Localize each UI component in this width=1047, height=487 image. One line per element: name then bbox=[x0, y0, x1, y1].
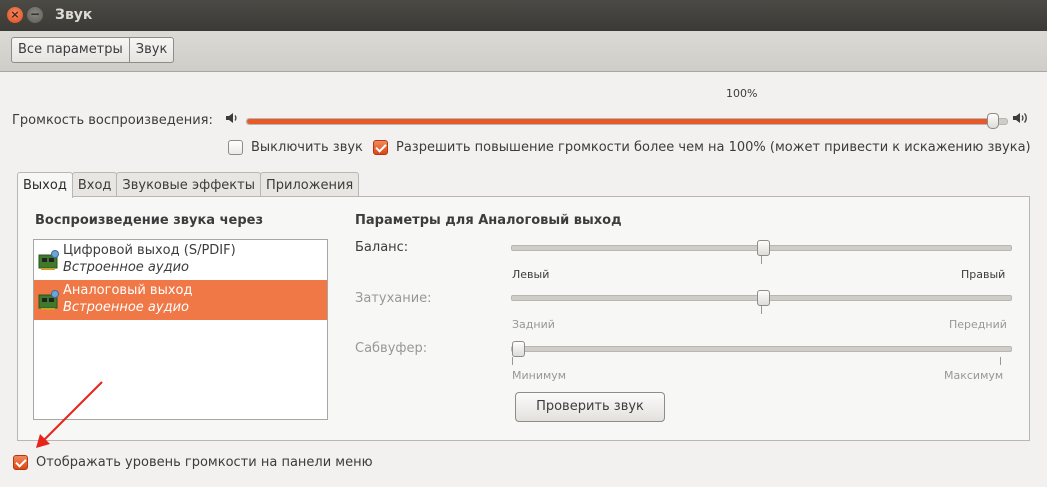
fade-slider-handle[interactable] bbox=[756, 290, 770, 306]
device-name: Аналоговый выход bbox=[63, 283, 193, 298]
breadcrumb-all-settings[interactable]: Все параметры bbox=[12, 38, 129, 62]
tab-sound-effects[interactable]: Звуковые эффекты bbox=[116, 172, 261, 196]
balance-right-label: Правый bbox=[961, 268, 1006, 281]
end-tick bbox=[1000, 357, 1001, 365]
device-subtitle: Встроенное аудио bbox=[63, 260, 189, 275]
volume-slider-handle[interactable] bbox=[986, 113, 999, 129]
title-bar: × − Звук bbox=[0, 0, 1047, 31]
subwoofer-label: Сабвуфер: bbox=[355, 341, 428, 356]
fade-slider[interactable] bbox=[511, 290, 1012, 314]
volume-slider[interactable] bbox=[246, 118, 1008, 125]
speaker-high-icon bbox=[1012, 111, 1030, 129]
device-row-spdif[interactable]: Цифровой выход (S/PDIF) Встроенное аудио bbox=[34, 240, 327, 280]
device-name: Цифровой выход (S/PDIF) bbox=[63, 243, 236, 258]
fade-front-label: Передний bbox=[949, 318, 1007, 331]
breadcrumb-sound[interactable]: Звук bbox=[128, 38, 174, 62]
fade-rear-label: Задний bbox=[512, 318, 555, 331]
overamplify-checkbox[interactable] bbox=[373, 140, 388, 155]
close-window-button[interactable]: × bbox=[7, 7, 23, 23]
minimize-window-button[interactable]: − bbox=[27, 7, 43, 23]
overamplify-checkbox-row[interactable]: Разрешить повышение громкости более чем … bbox=[373, 140, 1031, 155]
balance-slider-handle[interactable] bbox=[756, 240, 770, 256]
annotation-arrow bbox=[36, 381, 103, 448]
mute-checkbox[interactable] bbox=[228, 140, 243, 155]
subwoofer-slider[interactable] bbox=[511, 341, 1012, 365]
tab-input[interactable]: Вход bbox=[71, 172, 118, 196]
device-subtitle: Встроенное аудио bbox=[63, 300, 189, 315]
tab-applications[interactable]: Приложения bbox=[260, 172, 360, 196]
test-sound-button[interactable]: Проверить звук bbox=[515, 392, 665, 422]
show-volume-checkbox[interactable] bbox=[13, 455, 28, 470]
balance-slider[interactable] bbox=[511, 240, 1012, 264]
balance-label: Баланс: bbox=[355, 240, 409, 255]
show-volume-label: Отображать уровень громкости на панели м… bbox=[36, 455, 373, 470]
device-row-analog[interactable]: Аналоговый выход Встроенное аудио bbox=[34, 280, 327, 320]
show-volume-checkbox-row[interactable]: Отображать уровень громкости на панели м… bbox=[13, 455, 373, 470]
tab-output[interactable]: Выход bbox=[17, 172, 73, 198]
start-tick bbox=[512, 357, 513, 365]
subwoofer-min-label: Минимум bbox=[512, 369, 567, 382]
mute-checkbox-row[interactable]: Выключить звук bbox=[228, 140, 363, 155]
center-tick bbox=[761, 256, 762, 264]
fade-label: Затухание: bbox=[355, 291, 432, 306]
tab-bar: Выход Вход Звуковые эффекты Приложения bbox=[17, 172, 360, 198]
subwoofer-max-label: Максимум bbox=[944, 369, 1004, 382]
balance-left-label: Левый bbox=[512, 268, 550, 281]
device-list-title: Воспроизведение звука через bbox=[35, 213, 264, 228]
center-tick bbox=[761, 306, 762, 314]
sound-card-icon bbox=[38, 290, 59, 310]
sound-card-icon bbox=[38, 250, 59, 270]
subwoofer-slider-handle[interactable] bbox=[512, 341, 525, 357]
params-title: Параметры для Аналоговый выход bbox=[355, 213, 622, 228]
window-title: Звук bbox=[55, 7, 93, 23]
mute-label: Выключить звук bbox=[251, 140, 363, 155]
volume-percent-label: 100% bbox=[726, 87, 758, 100]
overamplify-label: Разрешить повышение громкости более чем … bbox=[396, 140, 1031, 155]
volume-label: Громкость воспроизведения: bbox=[12, 113, 213, 128]
output-panel: Воспроизведение звука через Цифровой вых… bbox=[17, 196, 1030, 441]
speaker-low-icon bbox=[224, 111, 240, 129]
breadcrumb: Все параметры Звук bbox=[11, 37, 175, 63]
toolbar: Все параметры Звук bbox=[0, 31, 1047, 72]
